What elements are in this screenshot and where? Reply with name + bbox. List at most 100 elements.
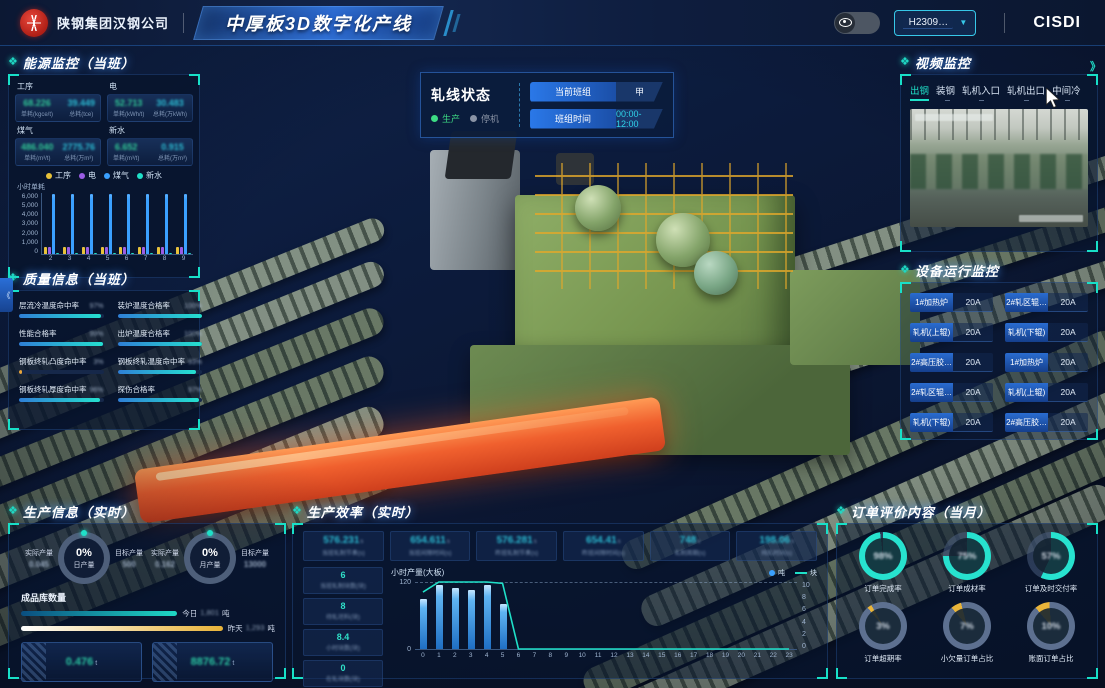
quality-label-row: 装炉温度合格率100%	[118, 300, 203, 311]
line-status-panel: 轧线状态 生产停机 当前班组甲班组时间00:00-12:00	[420, 72, 674, 138]
bar-group	[61, 193, 80, 254]
status-row[interactable]: 班组时间00:00-12:00	[530, 109, 663, 129]
x-tick-label: 5	[98, 255, 117, 262]
gauge-actual: 实际产量0.162	[151, 548, 179, 569]
efficiency-side-label: 小时块数(块)	[326, 643, 360, 652]
bar	[86, 247, 89, 254]
visibility-toggle[interactable]	[834, 12, 880, 34]
camera-timestamp-overlay	[915, 114, 993, 121]
quality-label-row: 钢板终轧温度命中率93%	[118, 356, 203, 367]
device-label: 2#轧区辊…	[910, 383, 953, 402]
quality-label: 钢板终轧凸度命中率	[19, 356, 87, 367]
quality-bar-fill	[19, 314, 101, 318]
device-label: 轧机(下辊)	[910, 413, 953, 432]
video-tab[interactable]: 装钢	[936, 83, 955, 101]
diamond-icon: ❖	[900, 57, 910, 68]
status-row[interactable]: 当前班组甲	[530, 82, 663, 102]
bar	[184, 194, 187, 254]
x-tick-label: 22	[765, 652, 781, 659]
x-tick-label: 2	[447, 652, 463, 659]
status-dot	[431, 115, 438, 122]
heat-number-dropdown[interactable]: H2309… ▼	[894, 10, 976, 36]
energy-metric: 6.652单耗(m³/t)	[113, 142, 139, 162]
device-row[interactable]: 2#轧区辊…20A	[1005, 293, 1088, 312]
legend-label: 吨	[778, 568, 785, 578]
bar	[452, 588, 459, 649]
device-row[interactable]: 轧机(上辊)20A	[910, 323, 993, 342]
header-bar: 陕钢集团汉钢公司 中厚板3D数字化产线 H2309… ▼ CISDI	[0, 0, 1105, 46]
quality-item: 装炉温度合格率100%	[118, 300, 203, 318]
energy-tile-box: 52.713单耗(kWh/t)30.483总耗(万kWh)	[107, 94, 193, 122]
y-tick-label: 1,000	[15, 239, 38, 246]
device-row[interactable]: 轧机(下辊)20A	[910, 413, 993, 432]
device-row[interactable]: 1#加热炉20A	[1005, 353, 1088, 372]
production-gauge: 实际产量0.0450%日产量目标产量500	[21, 532, 147, 584]
x-tick-label: 17	[686, 652, 702, 659]
inventory-bar-label: 今日	[182, 608, 197, 619]
device-row[interactable]: 2#高压胶…20A	[910, 353, 993, 372]
order-donut: 75%	[943, 532, 991, 580]
bar	[56, 253, 59, 254]
efficiency-tile-label: 纯轧时间(s)	[761, 548, 792, 557]
y-tick-label: 6,000	[15, 193, 38, 200]
secondary-y-tick: 10	[802, 582, 810, 589]
production-panel-body: 实际产量0.0450%日产量目标产量500实际产量0.1620%月产量目标产量1…	[8, 523, 286, 679]
energy-tile: 煤气486.040单耗(m³/t)2775.76总耗(万m³)	[15, 124, 101, 166]
device-row[interactable]: 轧机(上辊)20A	[1005, 383, 1088, 402]
x-tick-label: 3	[60, 255, 79, 262]
efficiency-tile: 654.41s昨班间隙时间(s)	[563, 531, 644, 561]
quality-bar-track	[118, 342, 203, 346]
collapse-handle-left[interactable]: 《	[0, 278, 13, 312]
energy-tile: 工序68.226单耗(kgce/t)39.449总耗(tce)	[15, 80, 101, 122]
bar-group	[99, 193, 118, 254]
bar	[165, 194, 168, 254]
legend-dot	[137, 173, 143, 179]
quality-label-row: 钢板终轧凸度命中率3%	[19, 356, 104, 367]
energy-tile: 新水6.652单耗(m³/t)0.915总耗(万m³)	[107, 124, 193, 166]
legend-marker	[769, 570, 775, 576]
quality-label: 探伤合格率	[118, 384, 156, 395]
order-donut: 98%	[859, 532, 907, 580]
bar	[52, 194, 55, 254]
quality-value: 96%	[90, 387, 104, 394]
device-value: 20A	[953, 383, 993, 402]
video-tab[interactable]: 轧机入口	[962, 83, 1000, 101]
energy-metric-label: 总耗(万m³)	[64, 153, 93, 162]
device-value: 20A	[953, 413, 993, 432]
bar	[142, 247, 145, 254]
bar	[67, 247, 70, 254]
energy-tile-box: 486.040单耗(m³/t)2775.76总耗(万m³)	[15, 138, 101, 166]
x-tick-label: 10	[574, 652, 590, 659]
efficiency-tile: 198.06s纯轧时间(s)	[736, 531, 817, 561]
order-label: 订单成材率	[948, 583, 986, 594]
order-label: 订单完成率	[864, 583, 902, 594]
device-row[interactable]: 轧机(下辊)20A	[1005, 323, 1088, 342]
energy-metric-label: 单耗(m³/t)	[24, 153, 50, 162]
efficiency-tile-unit: s	[534, 539, 537, 545]
device-value: 20A	[1048, 413, 1088, 432]
gauge-dot	[81, 530, 87, 536]
legend-item: 吨	[769, 568, 785, 578]
order-percent: 57%	[1041, 551, 1060, 562]
bar	[94, 253, 97, 254]
device-row[interactable]: 2#轧区辊…20A	[910, 383, 993, 402]
orders-panel-body: 98%订单完成率75%订单成材率57%订单及时交付率3%订单超期率7%小欠量订单…	[836, 523, 1098, 679]
quality-label-row: 出炉温度合格率100%	[118, 328, 203, 339]
collapse-handle-right[interactable]: 》	[1090, 58, 1101, 74]
inventory-bar-fill	[21, 611, 177, 616]
camera-feed[interactable]	[910, 109, 1088, 227]
device-row[interactable]: 2#高压胶…20A	[1005, 413, 1088, 432]
legend-item: 工序	[46, 170, 71, 181]
video-tab[interactable]: 出钢	[910, 83, 929, 101]
quality-label-row: 层流冷温度命中率97%	[19, 300, 104, 311]
x-tick-label: 6	[511, 652, 527, 659]
device-row[interactable]: 1#加热炉20A	[910, 293, 993, 312]
inventory-bar-value: 1,293	[246, 623, 265, 634]
hourly-chart-legend: 吨块	[769, 568, 817, 578]
order-gauge: 57%订单及时交付率	[1011, 532, 1091, 594]
energy-metric-label: 单耗(m³/t)	[113, 153, 139, 162]
video-tab[interactable]: 轧机出口	[1007, 83, 1045, 101]
gauge-actual-value: 0.045	[29, 560, 49, 569]
energy-tile: 电52.713单耗(kWh/t)30.483总耗(万kWh)	[107, 80, 193, 122]
x-tick-label: 19	[718, 652, 734, 659]
